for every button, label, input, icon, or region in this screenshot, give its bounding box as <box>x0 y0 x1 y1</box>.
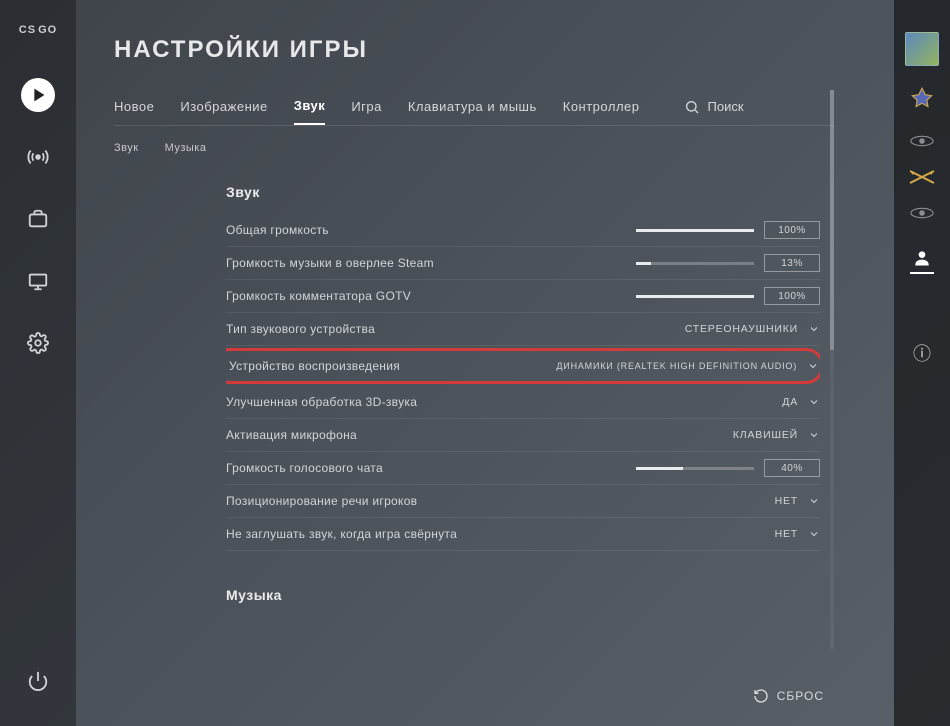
medal-1-icon[interactable] <box>907 126 937 156</box>
chevron-down-icon <box>808 396 820 408</box>
chevron-down-icon <box>807 360 819 372</box>
search-label: Поиск <box>708 99 744 114</box>
content-scrollbar[interactable] <box>830 90 834 650</box>
logo-cs: CS <box>19 24 36 36</box>
setting-control[interactable]: 100% <box>636 221 820 239</box>
value-box[interactable]: 100% <box>764 287 820 305</box>
setting-row: Громкость комментатора GOTV 100% <box>226 280 820 313</box>
game-logo: CS GO <box>19 24 57 36</box>
tab-controller[interactable]: Контроллер <box>563 89 640 124</box>
settings-tabs: Новое Изображение Звук Игра Клавиатура и… <box>114 88 834 126</box>
value-box[interactable]: 40% <box>764 459 820 477</box>
setting-label: Громкость голосового чата <box>226 461 636 475</box>
tab-keyboard[interactable]: Клавиатура и мышь <box>408 89 537 124</box>
setting-label: Громкость комментатора GOTV <box>226 289 636 303</box>
setting-label: Активация микрофона <box>226 428 733 442</box>
profile-icon[interactable] <box>910 240 934 274</box>
setting-row: Громкость музыки в оверлее Steam 13% <box>226 247 820 280</box>
nav-play-button[interactable] <box>21 78 55 112</box>
reset-label: СБРОС <box>777 689 824 703</box>
subtab-sound[interactable]: Звук <box>114 142 139 154</box>
dropdown-value: ДА <box>782 396 798 408</box>
chevron-down-icon <box>808 323 820 335</box>
user-avatar[interactable] <box>905 32 939 66</box>
tab-new[interactable]: Новое <box>114 89 154 124</box>
dropdown-value: НЕТ <box>775 528 798 540</box>
page-title: НАСТРОЙКИ ИГРЫ <box>114 36 894 64</box>
scrollbar-thumb[interactable] <box>830 90 834 350</box>
main-panel: НАСТРОЙКИ ИГРЫ Новое Изображение Звук Иг… <box>76 0 894 726</box>
nav-inventory-button[interactable] <box>21 202 55 236</box>
volume-slider[interactable] <box>636 229 754 232</box>
dropdown-value: ДИНАМИКИ (REALTEK HIGH DEFINITION AUDIO) <box>556 361 797 371</box>
value-box[interactable]: 13% <box>764 254 820 272</box>
value-box[interactable]: 100% <box>764 221 820 239</box>
info-icon[interactable]: ⓘ <box>913 340 931 366</box>
left-sidebar: CS GO <box>0 0 76 726</box>
tab-game[interactable]: Игра <box>351 89 382 124</box>
volume-slider[interactable] <box>636 262 754 265</box>
chevron-down-icon <box>808 528 820 540</box>
section-sound-title: Звук <box>226 184 820 200</box>
setting-row: Тип звукового устройстваСТЕРЕОНАУШНИКИ <box>226 313 820 346</box>
chevron-down-icon <box>808 495 820 507</box>
settings-content: Звук Общая громкость 100% Громкость музыки… <box>226 178 820 617</box>
nav-power-button[interactable] <box>21 664 55 698</box>
chevron-down-icon <box>808 429 820 441</box>
setting-label: Тип звукового устройства <box>226 322 685 336</box>
setting-control[interactable]: НЕТ <box>775 495 820 507</box>
medal-2-icon[interactable] <box>907 198 937 228</box>
nav-settings-button[interactable] <box>21 326 55 360</box>
setting-label: Улучшенная обработка 3D-звука <box>226 395 782 409</box>
setting-control[interactable]: СТЕРЕОНАУШНИКИ <box>685 323 820 335</box>
volume-slider[interactable] <box>636 467 754 470</box>
section-music-title: Музыка <box>226 587 820 603</box>
setting-label: Общая громкость <box>226 223 636 237</box>
setting-row: Громкость голосового чата 40% <box>226 452 820 485</box>
setting-control[interactable]: 13% <box>636 254 820 272</box>
logo-go: GO <box>38 24 57 36</box>
tab-audio[interactable]: Звук <box>294 88 326 125</box>
nav-watch-button[interactable] <box>21 264 55 298</box>
subtab-music[interactable]: Музыка <box>165 142 207 154</box>
tab-video[interactable]: Изображение <box>180 89 267 124</box>
setting-row: Не заглушать звук, когда игра свёрнутаНЕ… <box>226 518 820 551</box>
rank-badge[interactable] <box>907 84 937 114</box>
dropdown-value: НЕТ <box>775 495 798 507</box>
audio-subtabs: Звук Музыка <box>114 142 894 154</box>
setting-row: Общая громкость 100% <box>226 214 820 247</box>
setting-label: Не заглушать звук, когда игра свёрнута <box>226 527 775 541</box>
setting-control[interactable]: КЛАВИШЕЙ <box>733 429 820 441</box>
search-icon <box>684 99 700 115</box>
dropdown-value: СТЕРЕОНАУШНИКИ <box>685 323 798 335</box>
nav-broadcast-button[interactable] <box>21 140 55 174</box>
setting-row: Устройство воспроизведенияДИНАМИКИ (REAL… <box>226 348 820 384</box>
setting-row: Активация микрофонаКЛАВИШЕЙ <box>226 419 820 452</box>
setting-control[interactable]: 40% <box>636 459 820 477</box>
setting-control[interactable]: ДА <box>782 396 820 408</box>
setting-label: Позиционирование речи игроков <box>226 494 775 508</box>
reset-icon <box>753 688 769 704</box>
setting-control[interactable]: ДИНАМИКИ (REALTEK HIGH DEFINITION AUDIO) <box>556 360 819 372</box>
crossed-guns-icon[interactable] <box>907 168 937 186</box>
setting-row: Улучшенная обработка 3D-звукаДА <box>226 386 820 419</box>
setting-label: Громкость музыки в оверлее Steam <box>226 256 636 270</box>
volume-slider[interactable] <box>636 295 754 298</box>
settings-search[interactable]: Поиск <box>684 99 744 115</box>
reset-button[interactable]: СБРОС <box>753 688 824 704</box>
setting-label: Устройство воспроизведения <box>229 359 556 373</box>
right-sidebar: ⓘ <box>894 0 950 726</box>
setting-row: Позиционирование речи игроковНЕТ <box>226 485 820 518</box>
setting-control[interactable]: НЕТ <box>775 528 820 540</box>
setting-control[interactable]: 100% <box>636 287 820 305</box>
dropdown-value: КЛАВИШЕЙ <box>733 429 798 441</box>
